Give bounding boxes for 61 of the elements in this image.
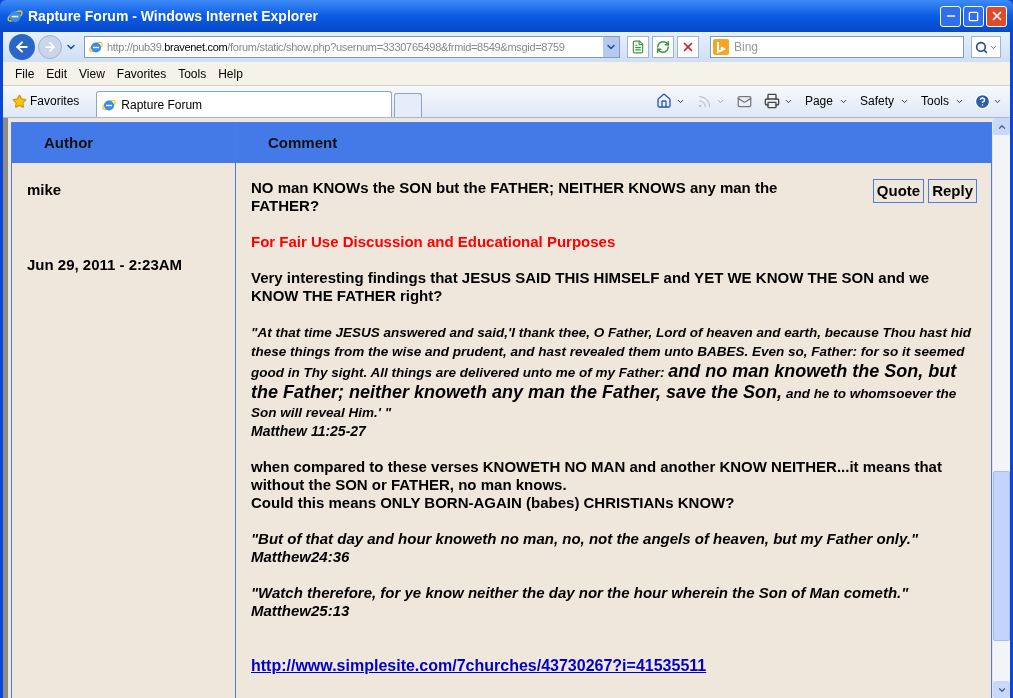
quote-text: "At that time JESUS answered and said,'I thank thee, O Father, Lord of heaven and earth, because Thou hast hid these things from the wise and prudent, and hast revealed them unto BABES. Even so, Father: for so it seemed good in Thy sight. All things are delivered unto me of my Father: and no man knoweth the Son, but the Father; neither knoweth any man the Father, save the Son, and he to whomsoever the Son will reveal Him.' " (251, 324, 972, 422)
scripture-text: Matthew24:36 (251, 548, 351, 566)
stop-button[interactable] (677, 36, 699, 58)
command-menu[interactable]: Tools (921, 92, 949, 110)
window-title: Rapture Forum - Windows Internet Explorer (28, 6, 318, 26)
back-button[interactable] (9, 34, 35, 60)
post-title: NO man KNOWs the SON but the FATHER; NEITHER KNOWS any man the FATHER? (251, 179, 779, 215)
menu-item[interactable]: View (73, 64, 111, 83)
external-link[interactable]: http://www.simplesite.com/7churches/43730267?i=41535511 (251, 656, 707, 676)
scripture-text: Matthew25:13 (251, 602, 351, 620)
mail-button[interactable] (736, 93, 752, 109)
home-button[interactable] (655, 93, 685, 109)
search-icon (974, 40, 988, 54)
menu-item[interactable]: Tools (172, 64, 213, 83)
column-header: Author (12, 123, 235, 163)
quote-reference: Matthew 11:25-27 (251, 422, 368, 440)
help-icon (974, 92, 991, 110)
comment-text: when compared to these verses KNOWETH NO MAN and another KNOW NEITHER...it means that without the SON or FATHER, no man knows. (251, 458, 943, 494)
stop-icon (681, 40, 695, 54)
minimize-button[interactable] (940, 5, 961, 27)
maximize-icon (968, 10, 979, 22)
search-field[interactable]: Bing (710, 36, 964, 58)
post-action-button[interactable]: Quote (872, 179, 925, 203)
close-button[interactable] (986, 5, 1007, 27)
mail-icon (736, 93, 752, 109)
scripture-text: "But of that day and hour knoweth no man, no, not the angels of heaven, but my Father only." (251, 530, 920, 548)
star-icon (12, 93, 27, 109)
maximize-button[interactable] (963, 5, 984, 27)
vertical-scrollbar[interactable] (992, 118, 1010, 698)
post-date: Jun 29, 2011 - 2:23AM (27, 254, 184, 275)
printer-icon (763, 93, 780, 109)
menu-item[interactable]: Help (212, 64, 249, 83)
refresh-button[interactable] (652, 36, 674, 58)
post-action-button[interactable]: Reply (928, 179, 977, 203)
author-name: mike (27, 180, 63, 200)
menu-item[interactable]: File (9, 64, 41, 83)
address-field[interactable]: http://pub39.bravenet.com/forum/static/show.php?usernum=3330765498&frmid=8549&msgid=8759 (84, 36, 620, 58)
scripture-text: "Watch therefore, for ye know neither the day nor the hour wherein the Son of Man cometh." (251, 584, 910, 602)
page-icon (88, 39, 104, 55)
forward-arrow-icon (43, 40, 57, 54)
notice-text: For Fair Use Discussion and Educational Purposes (251, 233, 617, 251)
command-menu[interactable]: Safety (859, 92, 894, 110)
favorites-button[interactable]: Favorites (7, 87, 85, 115)
print-button[interactable] (763, 93, 793, 109)
comment-text: Very interesting findings that JESUS SAID THIS HIMSELF and YET WE KNOW THE SON and we KNOW THE FATHER right? (251, 269, 931, 305)
ie-logo-icon (6, 7, 24, 25)
comment-text: Could this means ONLY BORN-AGAIN (babes) CHRISTIANs KNOW? (251, 494, 736, 512)
column-header: Comment (236, 123, 991, 163)
refresh-icon (656, 40, 670, 54)
menu-item[interactable]: Edit (40, 64, 74, 83)
menu-item[interactable]: Favorites (110, 64, 173, 83)
help-button[interactable] (974, 92, 1002, 110)
bing-logo-icon (713, 39, 729, 55)
compatibility-button[interactable] (627, 36, 649, 58)
search-button[interactable] (971, 36, 1001, 58)
page-icon (631, 40, 645, 54)
command-menu[interactable]: Page (804, 92, 833, 110)
feed-icon (696, 93, 712, 109)
home-icon (655, 93, 672, 109)
url-text: http://pub39.bravenet.com/forum/static/show.php?usernum=3330765498&frmid=8549&msgid=8759 (107, 39, 565, 55)
browser-tab[interactable]: Rapture Forum (96, 91, 393, 117)
